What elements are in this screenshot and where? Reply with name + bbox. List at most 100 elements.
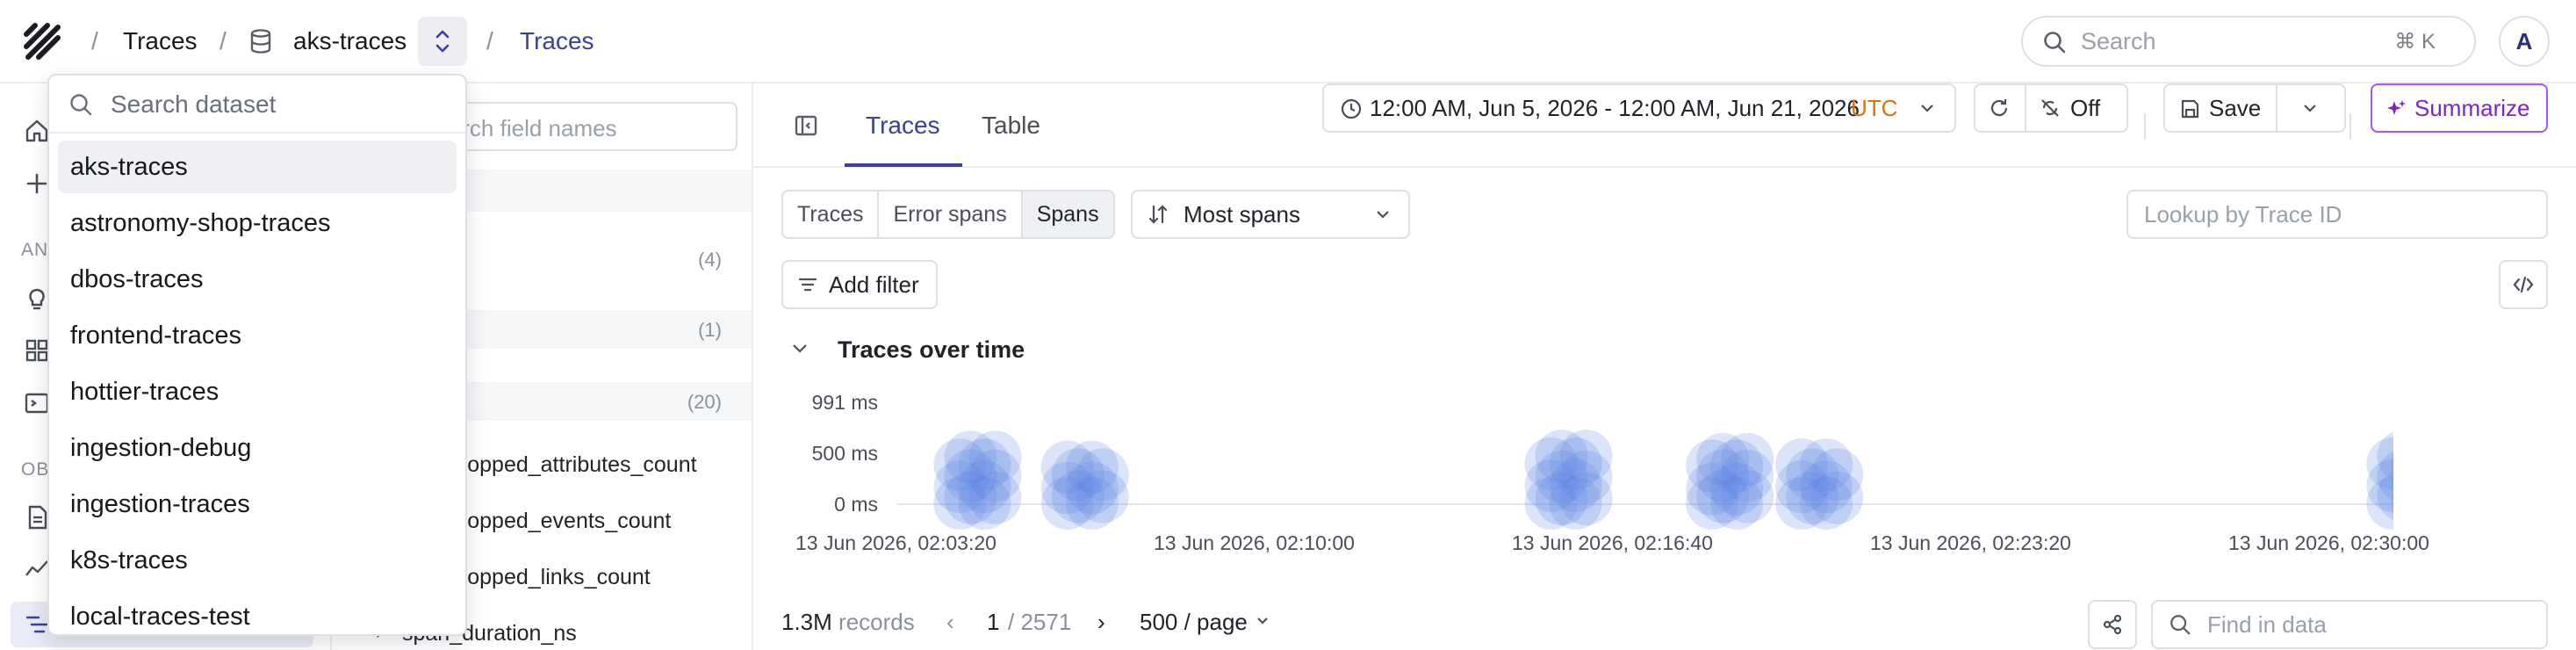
next-page-icon[interactable]: ›: [1097, 609, 1105, 636]
y-tick-label: 0 ms: [834, 493, 878, 516]
code-icon: [2513, 276, 2534, 293]
summarize-button[interactable]: Summarize: [2371, 83, 2548, 133]
records-label: records: [838, 609, 915, 635]
time-range-label: 12:00 AM, Jun 5, 2026 - 12:00 AM, Jun 21…: [1370, 95, 1860, 121]
save-button-group: Save: [2163, 83, 2346, 133]
trace-point[interactable]: [1721, 432, 1774, 486]
field-group-count: (1): [698, 319, 722, 341]
traces-scatter-chart[interactable]: [897, 382, 2393, 628]
search-icon: [2044, 32, 2066, 54]
save-icon: [2181, 99, 2199, 119]
dataset-option[interactable]: k8s-traces: [58, 534, 457, 587]
chevron-up-down-icon: [435, 30, 450, 53]
dataset-search-input[interactable]: Search dataset: [49, 76, 465, 134]
dataset-option[interactable]: ingestion-traces: [58, 478, 457, 531]
dataset-option[interactable]: dbos-traces: [58, 253, 457, 306]
trace-point[interactable]: [1065, 440, 1119, 494]
main-panel: Traces Table 12:00 AM, Jun 5, 2026 - 12:…: [753, 83, 2576, 650]
view-mode-traces[interactable]: Traces: [783, 191, 880, 237]
divider: [2349, 113, 2351, 140]
sparkles-icon: [2387, 100, 2406, 115]
top-bar: / Traces / aks-traces / Traces Search ⌘ …: [0, 0, 2576, 83]
y-tick-label: 500 ms: [811, 442, 878, 465]
dataset-option[interactable]: frontend-traces: [58, 309, 457, 362]
field-group-count: (20): [687, 391, 722, 413]
clock-icon: [1341, 98, 1362, 119]
dataset-option[interactable]: local-traces-test: [58, 590, 457, 634]
view-mode-error-spans[interactable]: Error spans: [879, 191, 1023, 237]
share-button[interactable]: [2088, 600, 2137, 649]
trace-id-lookup-input[interactable]: Lookup by Trace ID: [2126, 190, 2548, 239]
dataset-option[interactable]: astronomy-shop-traces: [58, 197, 457, 249]
dataset-option[interactable]: aks-traces: [58, 141, 457, 193]
divider: [2025, 85, 2026, 131]
trace-point[interactable]: [968, 430, 1022, 484]
avatar[interactable]: A: [2499, 16, 2550, 67]
view-mode-spans[interactable]: Spans: [1022, 191, 1113, 237]
tab-table[interactable]: Table: [982, 112, 1040, 140]
prev-page-icon[interactable]: ‹: [946, 609, 954, 636]
sort-icon: [1148, 205, 1168, 224]
sidebar-toggle-icon[interactable]: [794, 113, 818, 138]
dataset-option[interactable]: ingestion-debug: [58, 422, 457, 474]
save-button[interactable]: Save: [2209, 85, 2261, 131]
chart-title: Traces over time: [838, 336, 1025, 363]
trace-point[interactable]: [1559, 430, 1613, 483]
field-item[interactable]: dropped_events_count: [448, 509, 671, 534]
auto-refresh-off-icon: [2041, 99, 2059, 117]
app-root: / Traces / aks-traces / Traces Search ⌘ …: [0, 0, 2576, 650]
x-tick-label: 13 Jun 2026, 02:03:20: [795, 531, 997, 554]
dataset-search-placeholder: Search dataset: [111, 90, 277, 118]
global-search-input[interactable]: Search ⌘ K: [2021, 16, 2476, 67]
x-tick-label: 13 Jun 2026, 02:23:20: [1870, 531, 2071, 554]
dataset-switcher-button[interactable]: [418, 17, 467, 66]
logo-icon[interactable]: [21, 20, 63, 62]
chevron-down-icon: [1257, 618, 1268, 625]
field-group-count: (4): [698, 249, 722, 271]
breadcrumb-traces[interactable]: Traces: [123, 26, 198, 56]
field-item[interactable]: dropped_links_count: [448, 565, 651, 590]
tab-traces[interactable]: Traces: [866, 112, 940, 140]
trace-id-lookup-placeholder: Lookup by Trace ID: [2144, 201, 2342, 228]
y-tick-label: 991 ms: [811, 391, 878, 414]
view-mode-toggle: Traces Error spans Spans: [781, 190, 1115, 239]
sort-label: Most spans: [1184, 201, 1300, 228]
code-view-button[interactable]: [2499, 260, 2548, 309]
dataset-dropdown: Search dataset aks-traces astronomy-shop…: [47, 74, 467, 636]
breadcrumb-current[interactable]: Traces: [520, 26, 594, 56]
nav-section-analyze: AN: [21, 240, 49, 260]
search-icon: [2170, 615, 2191, 635]
field-item[interactable]: dropped_attributes_count: [448, 452, 697, 478]
records-value: 1.3M: [781, 609, 832, 635]
time-range-picker[interactable]: 12:00 AM, Jun 5, 2026 - 12:00 AM, Jun 21…: [1322, 83, 1956, 133]
add-filter-label: Add filter: [829, 271, 919, 298]
page-size-select[interactable]: 500 / page: [1140, 609, 1248, 636]
x-tick-label: 13 Jun 2026, 02:30:00: [2228, 531, 2429, 554]
breadcrumb-separator: /: [486, 27, 493, 54]
nav-section-observe: OB: [21, 459, 50, 480]
breadcrumb-dataset[interactable]: aks-traces: [293, 26, 407, 56]
chevron-down-icon[interactable]: [790, 341, 809, 357]
page-number[interactable]: 1: [987, 609, 999, 636]
breadcrumb-separator: /: [219, 27, 227, 54]
trace-point[interactable]: [1800, 438, 1853, 492]
find-in-data-placeholder: Find in data: [2207, 611, 2327, 638]
breadcrumb-separator: /: [91, 27, 98, 54]
add-filter-button[interactable]: Add filter: [781, 260, 938, 309]
active-tab-indicator: [845, 163, 962, 167]
auto-refresh-label[interactable]: Off: [2070, 85, 2100, 131]
find-in-data-input[interactable]: Find in data: [2151, 600, 2548, 649]
summarize-label: Summarize: [2414, 95, 2530, 121]
refresh-icon[interactable]: [1988, 97, 2011, 119]
x-tick-label: 13 Jun 2026, 02:10:00: [1154, 531, 1355, 554]
divider: [2144, 113, 2146, 140]
dataset-option[interactable]: hottier-traces: [58, 365, 457, 418]
total-pages: / 2571: [1008, 609, 1072, 635]
filter-icon: [798, 278, 817, 292]
search-icon: [70, 94, 92, 116]
chevron-down-icon: [1921, 105, 1933, 112]
share-icon: [2103, 614, 2122, 635]
sort-select[interactable]: Most spans: [1131, 190, 1410, 239]
chevron-down-icon[interactable]: [2302, 102, 2318, 114]
tab-bar: Traces Table 12:00 AM, Jun 5, 2026 - 12:…: [753, 83, 2576, 168]
